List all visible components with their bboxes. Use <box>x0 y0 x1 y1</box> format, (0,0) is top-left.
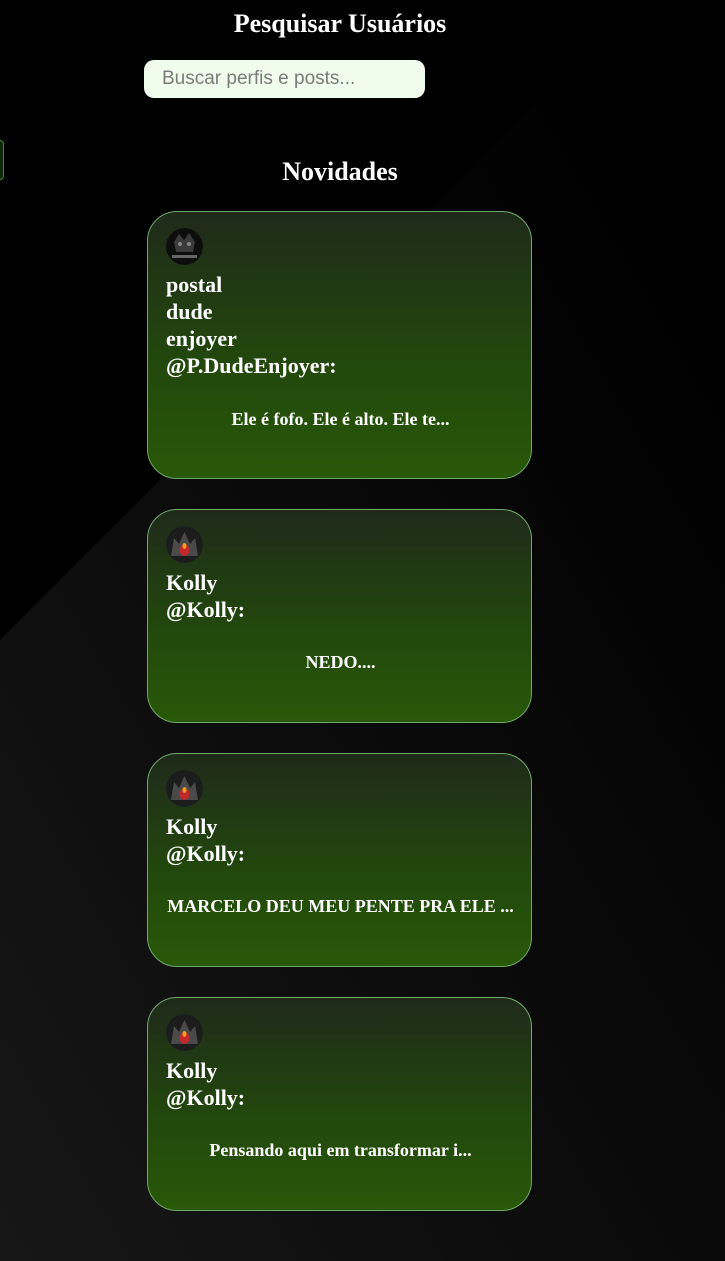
post-card[interactable]: Kolly @Kolly: Pensando aqui em transform… <box>147 997 532 1211</box>
demon-avatar-icon[interactable] <box>166 1014 203 1051</box>
search-input[interactable] <box>144 60 425 98</box>
demon-avatar-icon[interactable] <box>166 526 203 563</box>
post-card[interactable]: postal dude enjoyer @P.DudeEnjoyer: Ele … <box>147 211 532 479</box>
demon-avatar-icon[interactable] <box>166 770 203 807</box>
post-card[interactable]: Kolly @Kolly: NEDO.... <box>147 509 532 723</box>
dark-character-avatar-icon[interactable] <box>166 228 203 265</box>
post-author-handle[interactable]: @Kolly: <box>166 840 256 867</box>
post-author-handle[interactable]: @Kolly: <box>166 596 256 623</box>
post-text: Ele é fofo. Ele é alto. Ele te... <box>231 409 450 429</box>
post-text: MARCELO DEU MEU PENTE PRA ELE ... <box>167 896 514 916</box>
post-author-name[interactable]: Kolly <box>166 1057 256 1084</box>
post-header: Kolly @Kolly: <box>166 770 256 867</box>
post-text: Pensando aqui em transformar i... <box>209 1140 472 1160</box>
post-author-name[interactable]: Kolly <box>166 813 256 840</box>
post-text: NEDO.... <box>305 652 376 672</box>
post-author-name[interactable]: postal dude enjoyer <box>166 271 256 352</box>
post-author-name[interactable]: Kolly <box>166 569 256 596</box>
post-author-handle[interactable]: @P.DudeEnjoyer: <box>166 352 337 379</box>
search-title: Pesquisar Usuários <box>233 9 447 38</box>
post-header: Kolly @Kolly: <box>166 1014 256 1111</box>
post-header: Kolly @Kolly: <box>166 526 256 623</box>
feed-title: Novidades <box>282 157 398 186</box>
post-author-handle[interactable]: @Kolly: <box>166 1084 256 1111</box>
post-header: postal dude enjoyer @P.DudeEnjoyer: <box>166 228 337 379</box>
post-card[interactable]: Kolly @Kolly: MARCELO DEU MEU PENTE PRA … <box>147 753 532 967</box>
